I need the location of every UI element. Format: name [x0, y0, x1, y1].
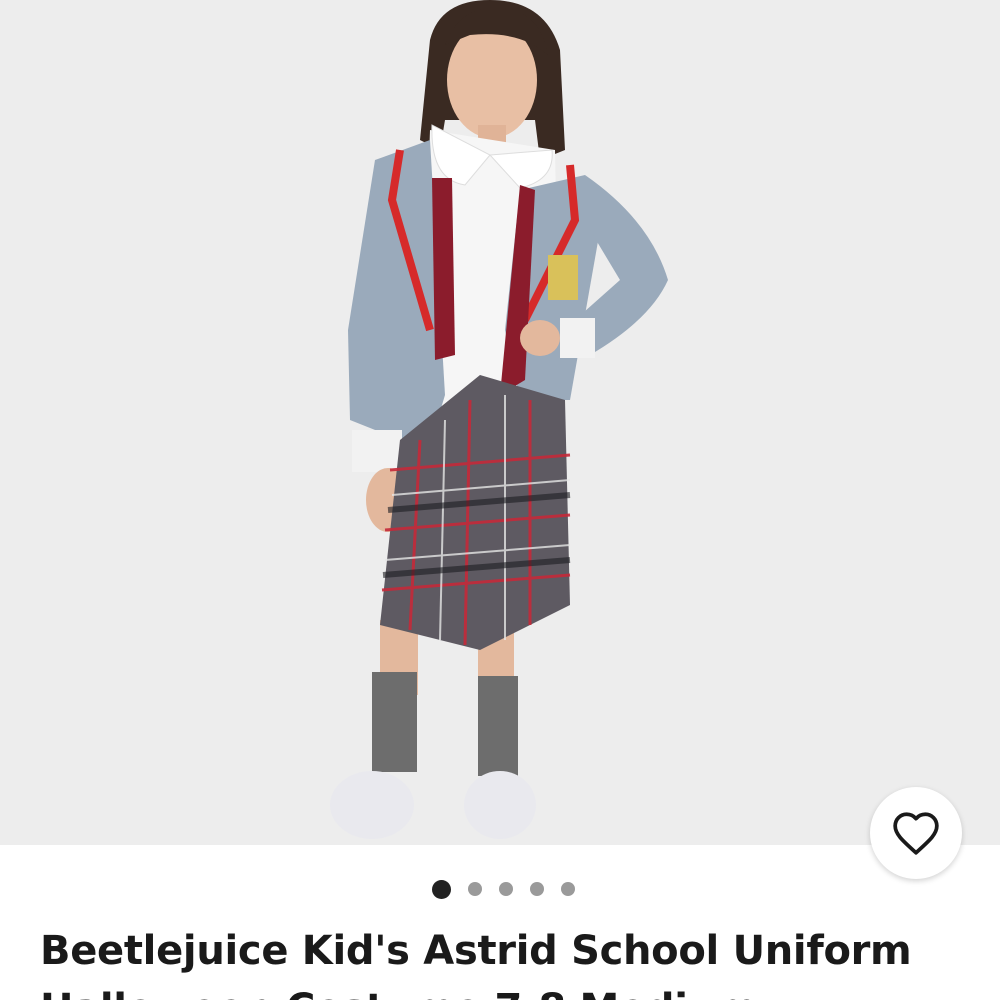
pagination-dot-2[interactable]: [467, 882, 482, 896]
photo-pagination-dots: [0, 878, 1000, 900]
listing-screen: Beetlejuice Kid's Astrid School Uniform …: [0, 0, 1000, 1000]
pagination-dot-4[interactable]: [529, 882, 544, 896]
listing-title: Beetlejuice Kid's Astrid School Uniform …: [40, 928, 912, 1000]
heart-outline-icon: [893, 812, 939, 855]
favorite-button[interactable]: [870, 787, 962, 879]
product-photo[interactable]: [0, 0, 1000, 845]
pagination-dot-3[interactable]: [498, 882, 513, 896]
product-photo-gallery[interactable]: [0, 0, 1000, 845]
pagination-dot-5[interactable]: [560, 882, 575, 896]
pagination-dot-1[interactable]: [431, 879, 451, 899]
